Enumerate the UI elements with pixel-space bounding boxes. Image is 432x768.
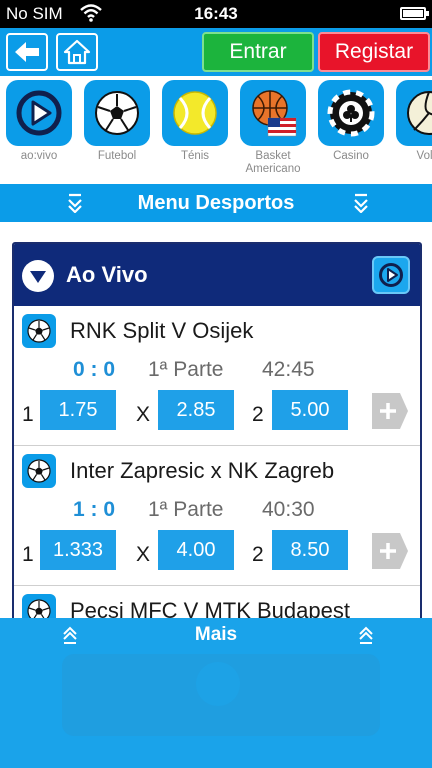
match-teams: Inter Zapresic x NK Zagreb xyxy=(70,458,335,483)
arrow-left-icon xyxy=(15,42,39,62)
sport-item-volleyball[interactable]: Volei xyxy=(394,80,432,163)
chevron-down-icon xyxy=(354,193,368,213)
more-bar[interactable]: Mais xyxy=(0,618,432,768)
selection-label: 1 xyxy=(22,403,34,426)
sport-label: Basket Americano xyxy=(245,150,301,175)
match-row[interactable]: Inter Zapresic x NK Zagreb 1 : 0 1ª Part… xyxy=(14,446,420,586)
selection-label: X xyxy=(136,403,151,426)
home-button[interactable] xyxy=(56,33,98,71)
live-section: Ao Vivo RNK Split V Osijek 0 : 0 1ª Part… xyxy=(12,242,422,618)
selection-label: 2 xyxy=(252,543,264,566)
match-row[interactable]: RNK Split V Osijek 0 : 0 1ª Parte 42:45 … xyxy=(14,306,420,446)
status-bar: No SIM 16:43 xyxy=(0,0,432,28)
odds-button-home[interactable]: 1.333 xyxy=(40,530,116,570)
register-button[interactable]: Registar xyxy=(318,32,430,72)
collapse-icon[interactable] xyxy=(22,260,54,292)
live-play-icon xyxy=(16,90,62,136)
tennis-ball-icon xyxy=(173,91,217,135)
main-content: Ao Vivo RNK Split V Osijek 0 : 0 1ª Part… xyxy=(0,222,432,618)
sport-item-tennis[interactable]: Ténis xyxy=(160,80,230,163)
sport-item-basketball[interactable]: Basket Americano xyxy=(238,80,308,176)
odds-button-away[interactable]: 5.00 xyxy=(272,390,348,430)
match-teams: Pecsi MFC V MTK Budapest xyxy=(70,598,350,618)
live-title: Ao Vivo xyxy=(66,262,148,287)
selection-label: 1 xyxy=(22,543,34,566)
more-markets-button[interactable] xyxy=(370,391,410,431)
casino-chip-icon xyxy=(327,89,375,137)
sports-carousel[interactable]: ao:vivo Futebol Ténis Basket Americano C… xyxy=(0,76,432,184)
live-header[interactable]: Ao Vivo xyxy=(14,244,420,306)
match-period: 1ª Parte xyxy=(148,358,224,381)
top-nav: Entrar Registar xyxy=(0,28,432,76)
sport-label: Casino xyxy=(333,150,369,162)
odds-button-home[interactable]: 1.75 xyxy=(40,390,116,430)
sport-label: Ténis xyxy=(180,150,210,162)
selection-label: X xyxy=(136,543,151,566)
sport-label: ao:vivo xyxy=(20,150,58,162)
match-score: 1 : 0 xyxy=(72,498,116,521)
selection-label: 2 xyxy=(252,403,264,426)
match-period: 1ª Parte xyxy=(148,498,224,521)
match-teams: RNK Split V Osijek xyxy=(70,318,254,343)
home-icon xyxy=(63,39,91,65)
sports-menu-bar[interactable]: Menu Desportos xyxy=(0,184,432,222)
soccer-ball-icon xyxy=(95,91,139,135)
home-indicator xyxy=(196,662,240,706)
live-stream-button[interactable] xyxy=(372,256,410,294)
battery-icon xyxy=(400,7,429,20)
login-button[interactable]: Entrar xyxy=(202,32,314,72)
odds-button-away[interactable]: 8.50 xyxy=(272,530,348,570)
sport-item-casino[interactable]: Casino xyxy=(316,80,386,163)
sport-item-live[interactable]: ao:vivo xyxy=(4,80,74,163)
chevron-up-icon xyxy=(359,626,373,644)
clock-label: 16:43 xyxy=(194,4,238,23)
basketball-usa-icon xyxy=(252,90,297,137)
match-score: 0 : 0 xyxy=(72,358,116,381)
odds-button-draw[interactable]: 2.85 xyxy=(158,390,234,430)
sport-label: Volei xyxy=(416,150,432,162)
play-icon xyxy=(379,263,403,287)
back-button[interactable] xyxy=(6,33,48,71)
sport-label: Futebol xyxy=(97,150,137,162)
volleyball-icon xyxy=(407,91,432,135)
soccer-ball-icon xyxy=(22,314,56,348)
soccer-ball-icon xyxy=(22,454,56,488)
soccer-ball-icon xyxy=(22,594,56,618)
odds-button-draw[interactable]: 4.00 xyxy=(158,530,234,570)
match-row[interactable]: Pecsi MFC V MTK Budapest xyxy=(14,586,420,618)
sport-item-football[interactable]: Futebol xyxy=(82,80,152,163)
more-markets-button[interactable] xyxy=(370,531,410,571)
match-clock: 40:30 xyxy=(262,498,315,521)
match-clock: 42:45 xyxy=(262,358,315,381)
